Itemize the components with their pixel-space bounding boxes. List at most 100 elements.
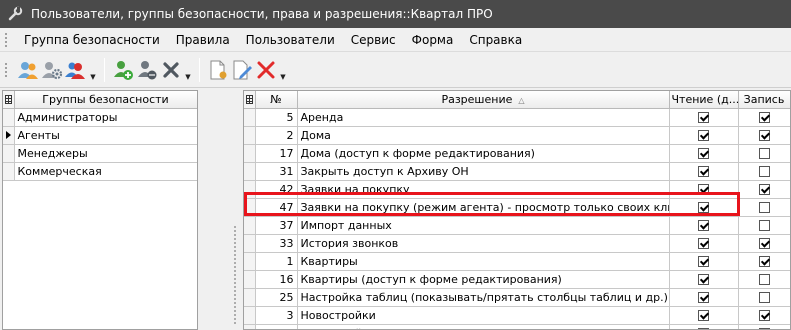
group-name[interactable]: Менеджеры — [14, 144, 197, 163]
permission-name[interactable]: Квартиры — [297, 252, 670, 271]
num-column-header[interactable]: № — [255, 91, 298, 109]
write-checkbox[interactable] — [758, 148, 770, 159]
read-checkbox[interactable] — [698, 166, 709, 177]
table-row[interactable]: 18Новостройки (доступ к форме редактиров… — [244, 324, 790, 329]
chevron-down-icon[interactable]: ▼ — [278, 73, 288, 81]
group-name[interactable]: Коммерческая — [14, 162, 197, 181]
new-document-button[interactable] — [206, 56, 230, 84]
read-checkbox[interactable] — [698, 184, 709, 195]
row-indicator — [3, 144, 15, 163]
table-row[interactable]: 25 Настройка таблиц (показывать/прятать с… — [244, 288, 790, 307]
read-column-header[interactable]: Чтение (д... — [669, 91, 739, 109]
chevron-down-icon[interactable]: ▼ — [88, 73, 98, 81]
read-checkbox[interactable] — [698, 130, 709, 141]
permission-name[interactable]: Квартиры (доступ к форме редактирования) — [297, 270, 670, 289]
permission-name[interactable]: Новостройки (доступ к форме редактирован… — [297, 324, 670, 329]
row-indicator — [244, 162, 256, 181]
table-row[interactable]: 16 Квартиры (доступ к форме редактировани… — [244, 270, 790, 289]
table-row[interactable]: 47 Заявки на покупку (режим агента) - про… — [244, 198, 790, 217]
edit-document-icon — [233, 60, 252, 79]
read-checkbox[interactable] — [698, 256, 709, 267]
read-checkbox[interactable] — [698, 274, 709, 285]
menu-security-group[interactable]: Группа безопасности — [16, 29, 168, 51]
permission-column-header[interactable]: Разрешение △ — [297, 91, 670, 109]
write-checkbox[interactable] — [758, 220, 770, 231]
permission-name[interactable]: Дома (доступ к форме редактирования) — [297, 144, 670, 163]
permission-name[interactable]: Импорт данных — [297, 216, 670, 235]
table-row[interactable]: Администраторы — [3, 108, 197, 127]
write-checkbox[interactable] — [758, 238, 770, 249]
grid-icon — [245, 94, 253, 104]
menu-rules[interactable]: Правила — [168, 29, 238, 51]
read-checkbox[interactable] — [698, 148, 709, 159]
table-row[interactable]: Коммерческая — [3, 162, 197, 181]
column-chooser[interactable] — [3, 91, 15, 109]
write-checkbox[interactable] — [758, 166, 770, 177]
permission-name[interactable]: Закрыть доступ к Архиву ОН — [297, 162, 670, 181]
permission-number: 25 — [255, 288, 298, 307]
write-checkbox[interactable] — [758, 130, 770, 141]
permission-number: 18 — [255, 324, 298, 329]
groups-column-header[interactable]: Группы безопасности — [14, 91, 197, 109]
table-row[interactable]: 31 Закрыть доступ к Архиву ОН — [244, 162, 790, 181]
edit-document-button[interactable] — [230, 56, 254, 84]
row-indicator — [244, 126, 256, 145]
table-row[interactable]: 42 Заявки на покупку — [244, 180, 790, 199]
write-checkbox[interactable] — [758, 292, 770, 303]
permission-name[interactable]: Заявки на покупку (режим агента) - просм… — [297, 198, 670, 217]
chevron-down-icon[interactable]: ▼ — [183, 73, 193, 81]
menu-bar: Группа безопасности Правила Пользователи… — [0, 28, 791, 52]
menu-service[interactable]: Сервис — [343, 29, 404, 51]
users-settings-button[interactable] — [40, 56, 64, 84]
row-indicator — [244, 144, 256, 163]
write-checkbox[interactable] — [758, 184, 770, 195]
read-checkbox[interactable] — [698, 112, 709, 123]
add-user-button[interactable] — [111, 56, 135, 84]
grid-icon — [4, 94, 12, 104]
read-checkbox[interactable] — [698, 292, 709, 303]
toolbar-grip[interactable] — [4, 61, 8, 78]
table-row[interactable]: Менеджеры — [3, 144, 197, 163]
column-chooser[interactable] — [244, 91, 256, 109]
write-checkbox[interactable] — [758, 202, 770, 213]
delete-record-button[interactable] — [254, 56, 278, 84]
permission-name[interactable]: Новостройки — [297, 306, 670, 325]
table-row[interactable]: 2 Дома — [244, 126, 790, 145]
menu-help[interactable]: Справка — [461, 29, 530, 51]
users-button[interactable] — [16, 56, 40, 84]
read-cell — [669, 234, 739, 253]
permission-name[interactable]: Аренда — [297, 108, 670, 127]
read-checkbox[interactable] — [698, 238, 709, 249]
write-cell — [738, 126, 790, 145]
table-row[interactable]: 37 Импорт данных — [244, 216, 790, 235]
write-checkbox[interactable] — [758, 310, 770, 321]
write-column-header[interactable]: Запись — [738, 91, 790, 109]
delete-button[interactable] — [159, 56, 183, 84]
permission-name[interactable]: История звонков — [297, 234, 670, 253]
permission-name[interactable]: Дома — [297, 126, 670, 145]
group-name[interactable]: Агенты — [14, 126, 197, 145]
permission-number: 37 — [255, 216, 298, 235]
table-row[interactable]: 17 Дома (доступ к форме редактирования) — [244, 144, 790, 163]
write-checkbox[interactable] — [758, 256, 770, 267]
permission-number: 1 — [255, 252, 298, 271]
write-checkbox[interactable] — [758, 274, 770, 285]
menu-users[interactable]: Пользователи — [238, 29, 343, 51]
pane-splitter[interactable] — [233, 225, 238, 325]
table-row[interactable]: 1 Квартиры — [244, 252, 790, 271]
table-row[interactable]: 33 История звонков — [244, 234, 790, 253]
read-checkbox[interactable] — [698, 310, 709, 321]
table-row[interactable]: Агенты — [3, 126, 197, 145]
permission-name[interactable]: Заявки на покупку — [297, 180, 670, 199]
user-settings-button[interactable] — [135, 56, 159, 84]
read-checkbox[interactable] — [698, 202, 709, 213]
permission-name[interactable]: Настройка таблиц (показывать/прятать сто… — [297, 288, 670, 307]
table-row[interactable]: 3 Новостройки — [244, 306, 790, 325]
table-row[interactable]: 5 Аренда — [244, 108, 790, 127]
write-checkbox[interactable] — [758, 112, 770, 123]
group-name[interactable]: Администраторы — [14, 108, 197, 127]
menu-form[interactable]: Форма — [404, 29, 462, 51]
user-group-button[interactable] — [64, 56, 88, 84]
menu-grip[interactable] — [4, 31, 8, 48]
read-checkbox[interactable] — [698, 220, 709, 231]
